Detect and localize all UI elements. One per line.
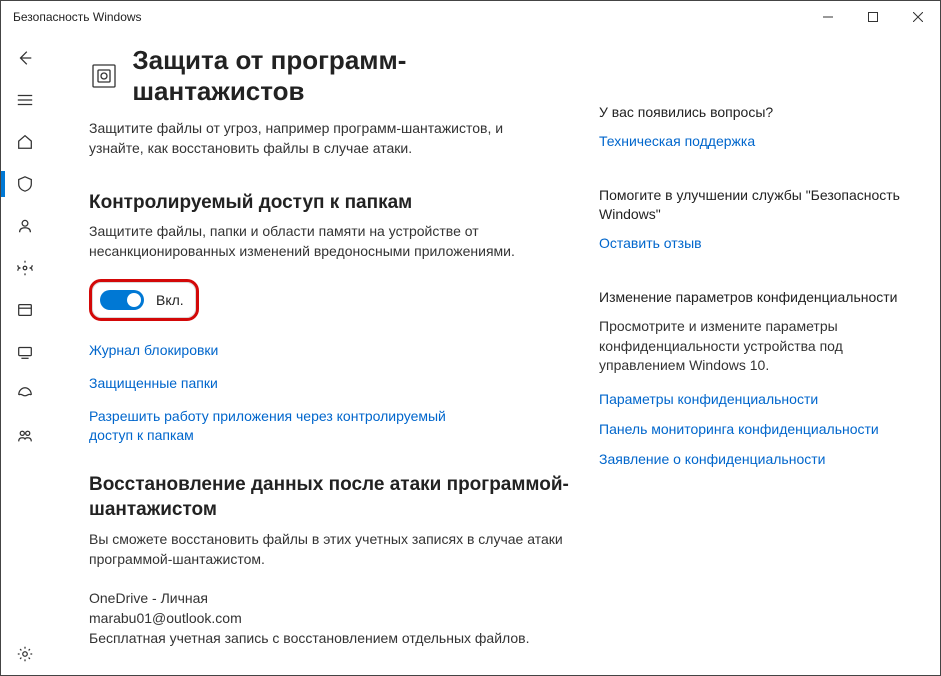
close-button[interactable] (895, 1, 940, 33)
link-support[interactable]: Техническая поддержка (599, 132, 910, 150)
sidebar-device-security[interactable] (1, 331, 49, 373)
menu-button[interactable] (1, 79, 49, 121)
link-privacy-settings[interactable]: Параметры конфиденциальности (599, 390, 910, 408)
onedrive-account: OneDrive - Личная marabu01@outlook.com Б… (89, 588, 569, 649)
link-block-history[interactable]: Журнал блокировки (89, 341, 489, 360)
cfa-toggle-label: Вкл. (156, 292, 184, 308)
cfa-description: Защитите файлы, папки и области памяти н… (89, 222, 569, 261)
sidebar-firewall[interactable] (1, 247, 49, 289)
sidebar-settings[interactable] (1, 633, 49, 675)
page-title: Защита от программ-шантажистов (132, 45, 569, 107)
privacy-description: Просмотрите и измените параметры конфиде… (599, 317, 910, 376)
window-title: Безопасность Windows (13, 10, 142, 24)
link-allow-app[interactable]: Разрешить работу приложения через контро… (89, 407, 489, 445)
questions-title: У вас появились вопросы? (599, 103, 910, 122)
page-description: Защитите файлы от угроз, например програ… (89, 119, 539, 158)
titlebar: Безопасность Windows (1, 1, 940, 33)
sidebar-device-performance[interactable] (1, 373, 49, 415)
cfa-toggle-highlight: Вкл. (89, 279, 199, 321)
link-feedback[interactable]: Оставить отзыв (599, 234, 910, 252)
back-button[interactable] (1, 37, 49, 79)
sidebar-family-options[interactable] (1, 415, 49, 457)
link-privacy-statement[interactable]: Заявление о конфиденциальности (599, 450, 910, 468)
sidebar-app-browser[interactable] (1, 289, 49, 331)
main-content: Защита от программ-шантажистов Защитите … (89, 45, 599, 675)
onedrive-name: OneDrive - Личная (89, 588, 569, 608)
link-privacy-dashboard[interactable]: Панель мониторинга конфиденциальности (599, 420, 910, 438)
sidebar-account-protection[interactable] (1, 205, 49, 247)
maximize-button[interactable] (850, 1, 895, 33)
sidebar-home[interactable] (1, 121, 49, 163)
sidebar (1, 33, 49, 675)
ransomware-icon (89, 61, 118, 91)
privacy-title: Изменение параметров конфиденциальности (599, 288, 910, 307)
feedback-title: Помогите в улучшении службы "Безопасност… (599, 186, 910, 224)
recovery-title: Восстановление данных после атаки програ… (89, 473, 569, 522)
recovery-description: Вы сможете восстановить файлы в этих уче… (89, 530, 569, 569)
cfa-toggle[interactable] (100, 290, 144, 310)
onedrive-email: marabu01@outlook.com (89, 608, 569, 628)
sidebar-virus-protection[interactable] (1, 163, 49, 205)
link-protected-folders[interactable]: Защищенные папки (89, 374, 489, 393)
onedrive-note: Бесплатная учетная запись с восстановлен… (89, 628, 569, 648)
cfa-title: Контролируемый доступ к папкам (89, 192, 569, 214)
right-sidebar: У вас появились вопросы? Техническая под… (599, 45, 940, 675)
caption-buttons (805, 1, 940, 33)
minimize-button[interactable] (805, 1, 850, 33)
